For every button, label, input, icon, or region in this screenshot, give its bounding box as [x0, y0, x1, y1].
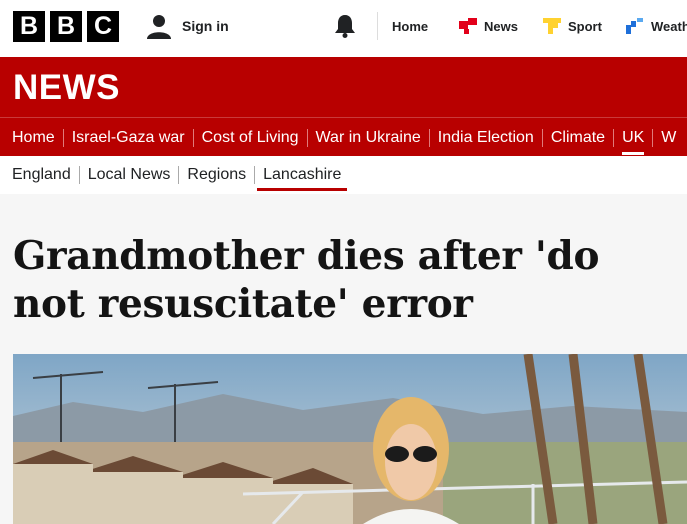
weather-icon — [626, 18, 643, 34]
nav-separator — [78, 166, 80, 184]
nav-separator — [652, 128, 654, 147]
primary-nav-item-cost-of-living[interactable]: Cost of Living — [202, 118, 299, 157]
primary-nav-item-war-in-ukraine[interactable]: War in Ukraine — [316, 118, 421, 157]
primary-nav-item-climate[interactable]: Climate — [551, 118, 605, 157]
secondary-nav-list: England Local News Regions Lancashire — [12, 156, 348, 194]
news-logo[interactable]: NEWS — [13, 68, 120, 108]
secondary-nav-item-england[interactable]: England — [12, 156, 71, 194]
primary-nav: Home Israel-Gaza war Cost of Living War … — [0, 117, 687, 156]
primary-nav-item-india-election[interactable]: India Election — [438, 118, 534, 157]
topnav-news[interactable]: News — [459, 17, 518, 35]
topnav-weather[interactable]: Weath — [626, 17, 687, 35]
topnav-sport-label: Sport — [568, 18, 602, 34]
primary-nav-item-uk[interactable]: UK — [622, 118, 645, 157]
nav-separator — [306, 128, 308, 147]
topnav-news-label: News — [484, 18, 518, 34]
top-bar: B B C Sign in Home News Sport Weath — [0, 0, 687, 57]
article-headline: Grandmother dies after 'do not resuscita… — [13, 233, 600, 327]
secondary-nav-item-regions[interactable]: Regions — [187, 156, 246, 194]
nav-separator — [613, 128, 615, 147]
topnav-home-label: Home — [392, 18, 429, 34]
news-icon — [459, 18, 477, 34]
hero-photo — [13, 354, 687, 524]
bbc-logo-block: B — [13, 11, 45, 42]
divider — [377, 12, 378, 40]
topnav-home[interactable]: Home — [392, 17, 428, 35]
topnav-weather-label: Weath — [651, 18, 687, 34]
user-icon — [147, 15, 171, 39]
primary-nav-item-israel-gaza-war[interactable]: Israel-Gaza war — [72, 118, 185, 157]
primary-nav-item-truncated[interactable]: W — [661, 118, 676, 157]
primary-nav-list: Home Israel-Gaza war Cost of Living War … — [12, 118, 676, 157]
nav-separator — [178, 166, 180, 184]
bbc-logo-block: B — [50, 11, 82, 42]
nav-separator — [254, 166, 256, 184]
bbc-logo-block: C — [87, 11, 119, 42]
sign-in-link[interactable]: Sign in — [146, 12, 229, 40]
topnav-sport[interactable]: Sport — [543, 17, 602, 35]
news-banner: NEWS — [0, 57, 687, 117]
sport-icon — [543, 18, 561, 34]
secondary-nav-item-local-news[interactable]: Local News — [88, 156, 171, 194]
primary-nav-item-home[interactable]: Home — [12, 118, 55, 157]
bbc-logo[interactable]: B B C — [13, 11, 119, 42]
nav-separator — [62, 128, 64, 147]
notifications-bell-icon[interactable] — [334, 14, 356, 38]
secondary-nav-item-lancashire[interactable]: Lancashire — [257, 156, 348, 194]
nav-separator — [192, 128, 194, 147]
sign-in-label: Sign in — [182, 18, 229, 34]
nav-separator — [541, 128, 543, 147]
secondary-nav: England Local News Regions Lancashire — [0, 156, 687, 194]
article-hero-image — [13, 354, 687, 524]
nav-separator — [428, 128, 430, 147]
